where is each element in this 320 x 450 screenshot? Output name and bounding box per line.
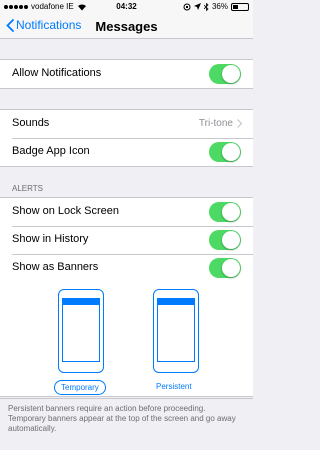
show-on-lock-screen-row: Show on Lock Screen: [0, 198, 253, 226]
sounds-value: Tri-tone: [198, 118, 233, 129]
sounds-badge-group: Sounds Tri-tone Badge App Icon: [0, 109, 253, 167]
battery-icon: [231, 2, 249, 11]
show-as-banners-row: Show as Banners: [0, 254, 253, 282]
location-icon: [193, 3, 201, 10]
toggle-knob: [222, 143, 240, 161]
phone-screen: [62, 298, 100, 362]
phone-screen: [157, 298, 195, 362]
chevron-right-icon: [237, 119, 242, 128]
alert-style-footer: Persistent banners require an action bef…: [0, 398, 253, 450]
toggle-knob: [222, 231, 240, 249]
toggle-knob: [222, 203, 240, 221]
allow-notifications-label: Allow Notifications: [12, 67, 102, 79]
banner-indicator: [158, 299, 194, 305]
show-in-history-row: Show in History: [0, 226, 253, 254]
status-bar: vodafone IE 04:32 36%: [0, 0, 253, 14]
show-on-lock-screen-label: Show on Lock Screen: [12, 205, 120, 217]
alerts-section-header: ALERTS: [12, 184, 43, 193]
persistent-phone-icon[interactable]: [153, 289, 199, 373]
page-title: Messages: [95, 19, 158, 34]
status-right: 36%: [183, 2, 249, 11]
persistent-style-option[interactable]: Persistent: [156, 382, 192, 391]
show-in-history-label: Show in History: [12, 233, 89, 245]
banner-indicator: [63, 299, 99, 305]
battery-percent: 36%: [211, 2, 228, 11]
badge-app-icon-row: Badge App Icon: [0, 138, 253, 166]
sounds-row[interactable]: Sounds Tri-tone: [0, 110, 253, 138]
badge-app-icon-label: Badge App Icon: [12, 145, 90, 157]
alert-style-picker: Temporary Persistent: [0, 282, 253, 398]
alerts-group: Show on Lock Screen Show in History Show…: [0, 197, 253, 397]
show-as-banners-toggle[interactable]: [209, 258, 241, 278]
toggle-knob: [222, 65, 240, 83]
toggle-knob: [222, 259, 240, 277]
show-on-lock-screen-toggle[interactable]: [209, 202, 241, 222]
battery-fill: [233, 4, 238, 9]
allow-notifications-group: Allow Notifications: [0, 59, 253, 89]
bluetooth-icon: [203, 2, 209, 11]
allow-notifications-row: Allow Notifications: [0, 60, 253, 88]
lock-rotation-icon: [183, 3, 191, 10]
sounds-label: Sounds: [12, 117, 50, 129]
temporary-style-option[interactable]: Temporary: [54, 380, 106, 395]
show-as-banners-label: Show as Banners: [12, 261, 99, 273]
show-in-history-toggle[interactable]: [209, 230, 241, 250]
allow-notifications-toggle[interactable]: [209, 64, 241, 84]
navigation-bar: Notifications Messages: [0, 14, 253, 39]
badge-app-icon-toggle[interactable]: [209, 142, 241, 162]
temporary-phone-icon[interactable]: [58, 289, 104, 373]
